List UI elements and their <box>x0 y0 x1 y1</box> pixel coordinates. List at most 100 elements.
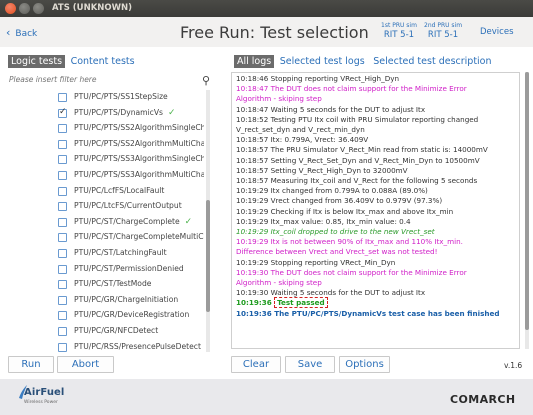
tab-all-logs[interactable]: All logs <box>234 55 275 68</box>
test-label: PTU/PC/PTS/SS3AlgorithmSingleCha <box>74 154 204 163</box>
test-checkbox[interactable] <box>58 202 67 212</box>
left-tabs: Logic tests Content tests <box>8 55 138 69</box>
test-label-text: PTU/PC/ST/TestMode <box>74 279 152 289</box>
test-checkbox[interactable] <box>58 295 67 305</box>
tab-selected-test-description[interactable]: Selected test description <box>370 55 494 68</box>
prusim2-caption: 2nd PRU sim <box>424 22 463 29</box>
test-row[interactable]: PTU/PC/GR/NFCDetect <box>8 324 204 340</box>
log-panel[interactable]: 10:18:46 Stopping reporting VRect_High_D… <box>231 72 520 349</box>
log-line: 10:18:47 Waiting 5 seconds for the DUT t… <box>236 104 426 114</box>
passed-check-icon: ✓ <box>184 216 193 227</box>
prusim1-button[interactable]: 1st PRU sim RIT 5-1 <box>381 22 417 40</box>
test-label: PTU/PC/RSS/PresencePulseDetect <box>74 342 204 351</box>
test-row[interactable]: PTU/PC/RSS/PresencePulseDetect <box>8 340 204 353</box>
test-row[interactable]: PTU/PC/ST/ChargeComplete ✓ <box>8 215 204 231</box>
prusim2-button[interactable]: 2nd PRU sim RIT 5-1 <box>424 22 462 40</box>
window-minimize-button[interactable] <box>19 3 30 14</box>
log-line: Difference between Vrect and Vrect_set w… <box>236 247 438 257</box>
test-checkbox[interactable] <box>58 326 67 336</box>
test-checkbox[interactable] <box>58 342 67 352</box>
window-titlebar: ATS (UNKNOWN) <box>0 0 533 17</box>
test-row[interactable]: PTU/PC/LtcFS/CurrentOutput <box>8 199 204 215</box>
log-line: V_rect_set_dyn and V_rect_min_dyn <box>236 125 365 135</box>
test-row[interactable]: PTU/PC/PTS/SS2AlgorithmSingleCha <box>8 121 204 137</box>
comarch-logo: COMARCH <box>450 393 516 406</box>
test-row[interactable]: PTU/PC/GR/ChargeInitiation <box>8 293 204 309</box>
test-row[interactable]: PTU/PC/ST/LatchingFault <box>8 246 204 262</box>
test-row[interactable]: PTU/PC/PTS/SS1StepSize <box>8 90 204 106</box>
filter-input[interactable] <box>8 73 198 86</box>
test-checkbox[interactable] <box>58 248 67 258</box>
footer: AirFuel Wireless Power COMARCH <box>0 379 533 415</box>
window-close-button[interactable] <box>5 3 16 14</box>
test-checkbox[interactable] <box>58 107 67 118</box>
test-row[interactable]: PTU/PC/PTS/SS3AlgorithmMultiCha <box>8 168 204 184</box>
options-button[interactable]: Options <box>339 356 390 373</box>
test-checkbox[interactable] <box>58 124 67 134</box>
log-line: 10:19:29 Stopping reporting VRect_Min_Dy… <box>236 257 396 267</box>
log-line: 10:19:29 Itx_coil dropped to drive to th… <box>236 227 435 237</box>
test-row[interactable]: PTU/PC/LcfFS/LocalFault <box>8 184 204 200</box>
run-button[interactable]: Run <box>8 356 54 373</box>
test-checkbox[interactable] <box>58 139 67 149</box>
test-list-scroll-thumb[interactable] <box>206 200 210 312</box>
log-scroll-thumb[interactable] <box>525 72 529 330</box>
test-row[interactable]: PTU/PC/ST/TestMode <box>8 277 204 293</box>
prusim1-caption: 1st PRU sim <box>381 22 417 29</box>
test-label-text: PTU/PC/LcfFS/LocalFault <box>74 185 165 195</box>
log-line: 10:19:29 Vrect changed from 36.409V to 0… <box>236 196 443 206</box>
test-row[interactable]: PTU/PC/PTS/SS2AlgorithmMultiCha <box>8 137 204 153</box>
test-row[interactable]: PTU/PC/ST/PermissionDenied <box>8 262 204 278</box>
test-checkbox[interactable] <box>58 233 67 243</box>
test-row[interactable]: PTU/PC/PTS/SS3AlgorithmSingleCha <box>8 152 204 168</box>
test-list: PTU/PC/PTS/SS1StepSize PTU/PC/PTS/Dynamic… <box>8 90 204 352</box>
test-passed-badge: Test passed <box>274 297 328 309</box>
tab-selected-test-logs[interactable]: Selected test logs <box>277 55 368 68</box>
test-checkbox[interactable] <box>58 155 67 165</box>
test-label: PTU/PC/ST/PermissionDenied <box>74 264 204 273</box>
log-line: 10:18:57 Itx: 0.799A, Vrect: 36.409V <box>236 135 369 145</box>
log-line: 10:19:29 Itx is not between 90% of Itx_m… <box>236 237 463 247</box>
test-label: PTU/PC/PTS/SS2AlgorithmSingleCha <box>74 123 204 132</box>
test-checkbox[interactable] <box>58 170 67 180</box>
devices-button[interactable]: Devices <box>480 27 514 37</box>
tab-logic-tests[interactable]: Logic tests <box>8 55 66 68</box>
test-label-text: PTU/PC/PTS/SS3AlgorithmSingleCha <box>74 154 204 164</box>
search-icon[interactable]: ⚲ <box>202 74 210 87</box>
right-tabs: All logs Selected test logs Selected tes… <box>234 55 495 69</box>
tab-content-tests[interactable]: Content tests <box>68 55 138 68</box>
log-line-finished: 10:19:36 The PTU/PC/PTS/DynamicVs test c… <box>236 308 500 318</box>
log-scrollbar[interactable] <box>525 72 529 349</box>
test-label: PTU/PC/ST/LatchingFault <box>74 248 204 257</box>
clear-button[interactable]: Clear <box>231 356 281 373</box>
prusim1-value: RIT 5-1 <box>383 30 415 40</box>
version-label: v.1.6 <box>504 361 523 370</box>
test-label: PTU/PC/GR/ChargeInitiation <box>74 295 204 304</box>
test-label: PTU/PC/PTS/SS3AlgorithmMultiCha <box>74 170 204 179</box>
test-checkbox[interactable] <box>58 93 67 102</box>
test-label-text: PTU/PC/PTS/DynamicVs <box>74 107 164 117</box>
test-row[interactable]: PTU/PC/PTS/DynamicVs ✓ <box>8 106 204 122</box>
test-row[interactable]: PTU/PC/GR/DeviceRegistration <box>8 308 204 324</box>
abort-button[interactable]: Abort <box>57 356 114 373</box>
test-checkbox[interactable] <box>58 217 67 227</box>
chevron-left-icon: ‹ <box>6 26 11 39</box>
test-checkbox[interactable] <box>58 264 67 274</box>
test-label-text: PTU/PC/ST/LatchingFault <box>74 247 167 257</box>
test-checkbox[interactable] <box>58 280 67 290</box>
save-button[interactable]: Save <box>285 356 335 373</box>
test-label: PTU/PC/LcfFS/LocalFault <box>74 186 204 195</box>
test-checkbox[interactable] <box>58 311 67 321</box>
passed-check-icon: ✓ <box>168 107 176 118</box>
log-line: 10:19:29 Checking if Itx is below Itx_ma… <box>236 206 454 216</box>
test-label: PTU/PC/ST/ChargeComplete ✓ <box>74 217 204 227</box>
test-list-scrollbar[interactable] <box>206 90 210 352</box>
test-checkbox[interactable] <box>58 186 67 196</box>
test-label-text: PTU/PC/RSS/PresencePulseDetect <box>74 341 201 351</box>
test-label-text: PTU/PC/GR/NFCDetect <box>74 325 159 335</box>
log-line: 10:18:46 Stopping reporting VRect_High_D… <box>236 74 400 83</box>
test-row[interactable]: PTU/PC/ST/ChargeCompleteMultiCh <box>8 230 204 246</box>
back-button[interactable]: ‹ Back <box>6 26 37 39</box>
log-line: 10:18:52 Testing PTU Itx coil with PRU S… <box>236 114 479 124</box>
window-maximize-button[interactable] <box>33 3 44 14</box>
